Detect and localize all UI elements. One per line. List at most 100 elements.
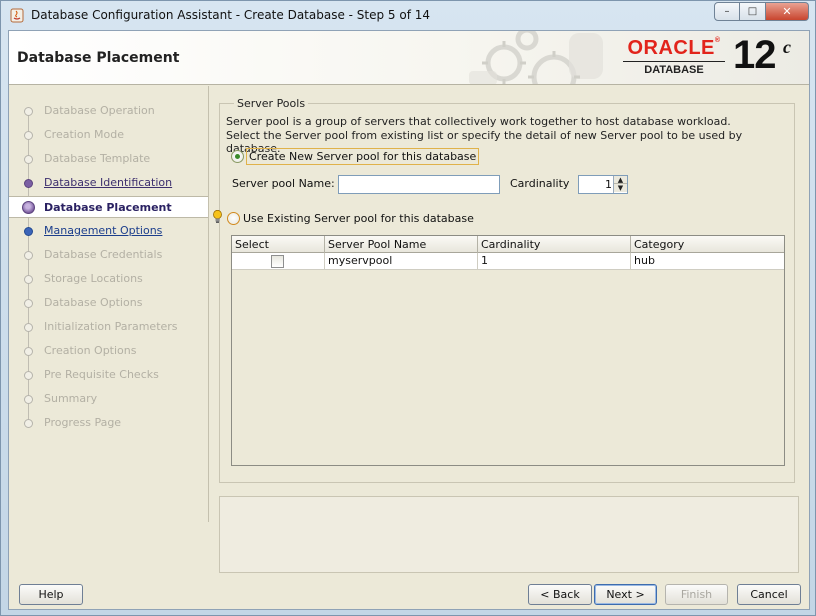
spinner-buttons: ▲ ▼ xyxy=(613,176,627,193)
oracle-database-label: DATABASE xyxy=(644,64,704,76)
minimize-button[interactable]: – xyxy=(714,2,740,21)
version-number: 12 xyxy=(733,33,776,77)
step-dot-icon xyxy=(24,155,33,164)
nav-step-label: Progress Page xyxy=(44,416,122,429)
next-label: Next > xyxy=(606,588,645,601)
nav-step-item: Database Placement xyxy=(9,196,208,218)
nav-step-item: Database Template xyxy=(9,148,208,170)
cardinality-spinner[interactable]: 1 ▲ ▼ xyxy=(578,175,628,194)
oracle-logo: ORACLE® DATABASE xyxy=(621,37,731,79)
server-pool-name-label: Server pool Name: xyxy=(232,177,335,190)
step-dot-icon xyxy=(24,395,33,404)
title-bar[interactable]: Database Configuration Assistant - Creat… xyxy=(1,1,815,30)
nav-step-item: Initialization Parameters xyxy=(9,316,208,338)
window-controls: – □ ✕ xyxy=(714,2,809,21)
nav-step-label: Pre Requisite Checks xyxy=(44,368,159,381)
hint-lightbulb-icon xyxy=(213,210,222,223)
message-area xyxy=(219,496,799,573)
nav-step-item: Creation Mode xyxy=(9,124,208,146)
version-suffix: c xyxy=(783,37,791,57)
nav-step-label: Database Options xyxy=(44,296,143,309)
nav-step-item: Database Options xyxy=(9,292,208,314)
use-existing-pool-radio[interactable] xyxy=(227,212,240,225)
server-pool-name-input[interactable] xyxy=(338,175,500,194)
nav-step-item: Storage Locations xyxy=(9,268,208,290)
step-dot-icon xyxy=(24,299,33,308)
nav-step-item: Pre Requisite Checks xyxy=(9,364,208,386)
finish-button[interactable]: Finish xyxy=(665,584,728,605)
gears-decoration-icon xyxy=(469,31,603,84)
nav-step-label: Creation Options xyxy=(44,344,137,357)
help-button[interactable]: Help xyxy=(19,584,83,605)
column-header-cardinality[interactable]: Cardinality xyxy=(478,236,631,253)
step-dot-icon xyxy=(24,251,33,260)
cancel-button[interactable]: Cancel xyxy=(737,584,801,605)
pool-name-cell: myservpool xyxy=(325,253,478,269)
table-row[interactable]: myservpool 1 hub xyxy=(232,253,784,270)
maximize-icon: □ xyxy=(747,6,758,17)
nav-step-label: Management Options xyxy=(44,224,163,237)
minimize-icon: – xyxy=(724,6,730,17)
header-banner: Database Placement ORACLE® DATABASE 12 c xyxy=(9,31,809,85)
maximize-button[interactable]: □ xyxy=(740,2,766,21)
create-new-pool-radio[interactable] xyxy=(231,150,244,163)
nav-step-label: Database Template xyxy=(44,152,151,165)
cardinality-value[interactable]: 1 xyxy=(579,178,612,191)
column-header-category[interactable]: Category xyxy=(631,236,784,253)
step-dot-icon xyxy=(24,371,33,380)
nav-step-label: Storage Locations xyxy=(44,272,143,285)
nav-step-label: Database Credentials xyxy=(44,248,163,261)
create-new-pool-label[interactable]: Create New Server pool for this database xyxy=(246,148,480,165)
step-dot-icon xyxy=(24,107,33,116)
step-dot-icon xyxy=(24,275,33,284)
nav-step-label: Creation Mode xyxy=(44,128,125,141)
nav-step-item: Database Credentials xyxy=(9,244,208,266)
close-icon: ✕ xyxy=(782,5,792,18)
java-app-icon xyxy=(10,8,24,23)
logo-divider xyxy=(623,61,725,62)
step-dot-icon xyxy=(24,347,33,356)
back-label: < Back xyxy=(540,588,580,601)
step-dot-icon xyxy=(22,201,35,214)
nav-step-label: Summary xyxy=(44,392,98,405)
server-pools-table: Select Server Pool Name Cardinality Cate… xyxy=(231,235,785,466)
nav-step-item: Creation Options xyxy=(9,340,208,362)
step-dot-icon xyxy=(24,419,33,428)
close-button[interactable]: ✕ xyxy=(766,2,809,21)
cardinality-label: Cardinality xyxy=(510,177,570,190)
dbca-window: Database Configuration Assistant - Creat… xyxy=(0,0,816,616)
spin-up-icon[interactable]: ▲ xyxy=(614,176,627,184)
back-button[interactable]: < Back xyxy=(528,584,592,605)
nav-step-item[interactable]: Database Identification xyxy=(9,172,208,194)
nav-step-item[interactable]: Management Options xyxy=(9,220,208,242)
cardinality-cell: 1 xyxy=(478,253,631,269)
group-title: Server Pools xyxy=(234,97,309,110)
next-button[interactable]: Next > xyxy=(594,584,657,605)
nav-step-label: Initialization Parameters xyxy=(44,320,178,333)
cancel-label: Cancel xyxy=(750,588,788,601)
page-title: Database Placement xyxy=(17,50,180,66)
spin-down-icon[interactable]: ▼ xyxy=(614,184,627,192)
column-header-name[interactable]: Server Pool Name xyxy=(325,236,478,253)
table-header: Select Server Pool Name Cardinality Cate… xyxy=(232,236,784,253)
finish-label: Finish xyxy=(680,588,713,601)
oracle-word: ORACLE xyxy=(627,37,715,59)
column-header-select[interactable]: Select xyxy=(232,236,325,253)
step-dot-icon xyxy=(24,323,33,332)
window-title: Database Configuration Assistant - Creat… xyxy=(31,8,431,22)
server-pools-group: Server Pools Server pool is a group of s… xyxy=(213,97,795,483)
step-dot-icon xyxy=(24,131,33,140)
client-area: Database Placement ORACLE® DATABASE 12 c… xyxy=(8,30,810,610)
nav-step-label: Database Placement xyxy=(44,201,172,214)
oracle-wordmark: ORACLE® xyxy=(621,37,727,60)
row-select-checkbox[interactable] xyxy=(271,255,284,268)
steps-navigation: Database Operation Creation Mode Database … xyxy=(9,86,209,522)
nav-step-label: Database Identification xyxy=(44,176,173,189)
server-pools-panel: Server Pools Server pool is a group of s… xyxy=(213,97,799,483)
category-cell: hub xyxy=(634,254,655,267)
nav-step-label: Database Operation xyxy=(44,104,155,117)
nav-step-item: Summary xyxy=(9,388,208,410)
registered-mark: ® xyxy=(714,37,721,44)
nav-step-item: Database Operation xyxy=(9,100,208,122)
use-existing-pool-label[interactable]: Use Existing Server pool for this databa… xyxy=(243,212,474,225)
